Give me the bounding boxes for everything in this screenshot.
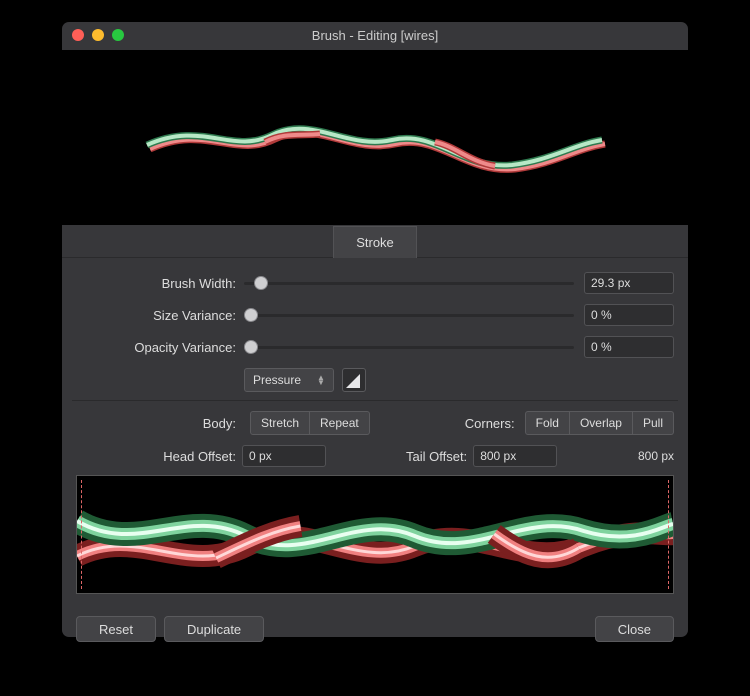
corners-overlap-button[interactable]: Overlap (570, 411, 633, 435)
slider-knob[interactable] (244, 340, 258, 354)
brush-preview (62, 50, 688, 225)
reset-button[interactable]: Reset (76, 616, 156, 642)
separator (72, 400, 678, 401)
zoom-window-button[interactable] (112, 29, 124, 41)
head-offset-handle[interactable] (81, 480, 82, 589)
label-size-variance: Size Variance: (76, 308, 244, 323)
close-button[interactable]: Close (595, 616, 674, 642)
value-head-offset[interactable]: 0 px (242, 445, 326, 467)
slider-track (244, 314, 574, 317)
titlebar: Brush - Editing [wires] (62, 22, 688, 50)
value-tail-offset[interactable]: 800 px (473, 445, 557, 467)
body-corners-row: Body: Stretch Repeat Corners: Fold Overl… (76, 411, 674, 435)
dynamics-row: Pressure ▲▼ (244, 368, 674, 392)
tab-stroke[interactable]: Stroke (333, 226, 417, 258)
tail-offset-readout: 800 px (638, 449, 674, 463)
row-opacity-variance: Opacity Variance: 0 % (76, 336, 674, 358)
stepper-icon: ▲▼ (317, 375, 325, 385)
label-corners: Corners: (465, 416, 515, 431)
brush-editor-window: Brush - Editing [wires] Stroke Brush (62, 22, 688, 637)
slider-track (244, 282, 574, 285)
body-segmented: Stretch Repeat (250, 411, 370, 435)
close-window-button[interactable] (72, 29, 84, 41)
value-brush-width[interactable]: 29.3 px (584, 272, 674, 294)
footer-buttons: Reset Duplicate Close (62, 608, 688, 656)
slider-knob[interactable] (244, 308, 258, 322)
window-controls (72, 29, 124, 41)
row-size-variance: Size Variance: 0 % (76, 304, 674, 326)
corners-fold-button[interactable]: Fold (525, 411, 570, 435)
slider-knob[interactable] (254, 276, 268, 290)
offsets-row: Head Offset: 0 px Tail Offset: 800 px 80… (76, 445, 674, 467)
label-head-offset: Head Offset: (76, 449, 242, 464)
label-tail-offset: Tail Offset: (406, 449, 473, 464)
slider-opacity-variance[interactable] (244, 340, 574, 354)
panel-tabs: Stroke (62, 225, 688, 258)
minimize-window-button[interactable] (92, 29, 104, 41)
value-opacity-variance[interactable]: 0 % (584, 336, 674, 358)
dynamics-curve-button[interactable] (342, 368, 366, 392)
slider-rows: Brush Width: 29.3 px Size Variance: 0 % … (76, 258, 674, 608)
corners-pull-button[interactable]: Pull (633, 411, 674, 435)
value-size-variance[interactable]: 0 % (584, 304, 674, 326)
duplicate-button[interactable]: Duplicate (164, 616, 264, 642)
body-repeat-button[interactable]: Repeat (310, 411, 370, 435)
slider-brush-width[interactable] (244, 276, 574, 290)
corners-segmented: Fold Overlap Pull (525, 411, 674, 435)
stroke-panel: Stroke Brush Width: 29.3 px Size Varianc… (62, 225, 688, 608)
brush-texture-preview[interactable] (76, 475, 674, 594)
body-stretch-button[interactable]: Stretch (250, 411, 310, 435)
dynamics-selected: Pressure (253, 373, 301, 387)
dynamics-dropdown[interactable]: Pressure ▲▼ (244, 368, 334, 392)
tail-offset-handle[interactable] (668, 480, 669, 589)
row-brush-width: Brush Width: 29.3 px (76, 272, 674, 294)
brush-preview-svg (62, 50, 688, 225)
label-body: Body: (76, 416, 244, 431)
label-opacity-variance: Opacity Variance: (76, 340, 244, 355)
label-brush-width: Brush Width: (76, 276, 244, 291)
slider-track (244, 346, 574, 349)
window-title: Brush - Editing [wires] (62, 22, 688, 50)
slider-size-variance[interactable] (244, 308, 574, 322)
texture-svg (77, 476, 673, 593)
